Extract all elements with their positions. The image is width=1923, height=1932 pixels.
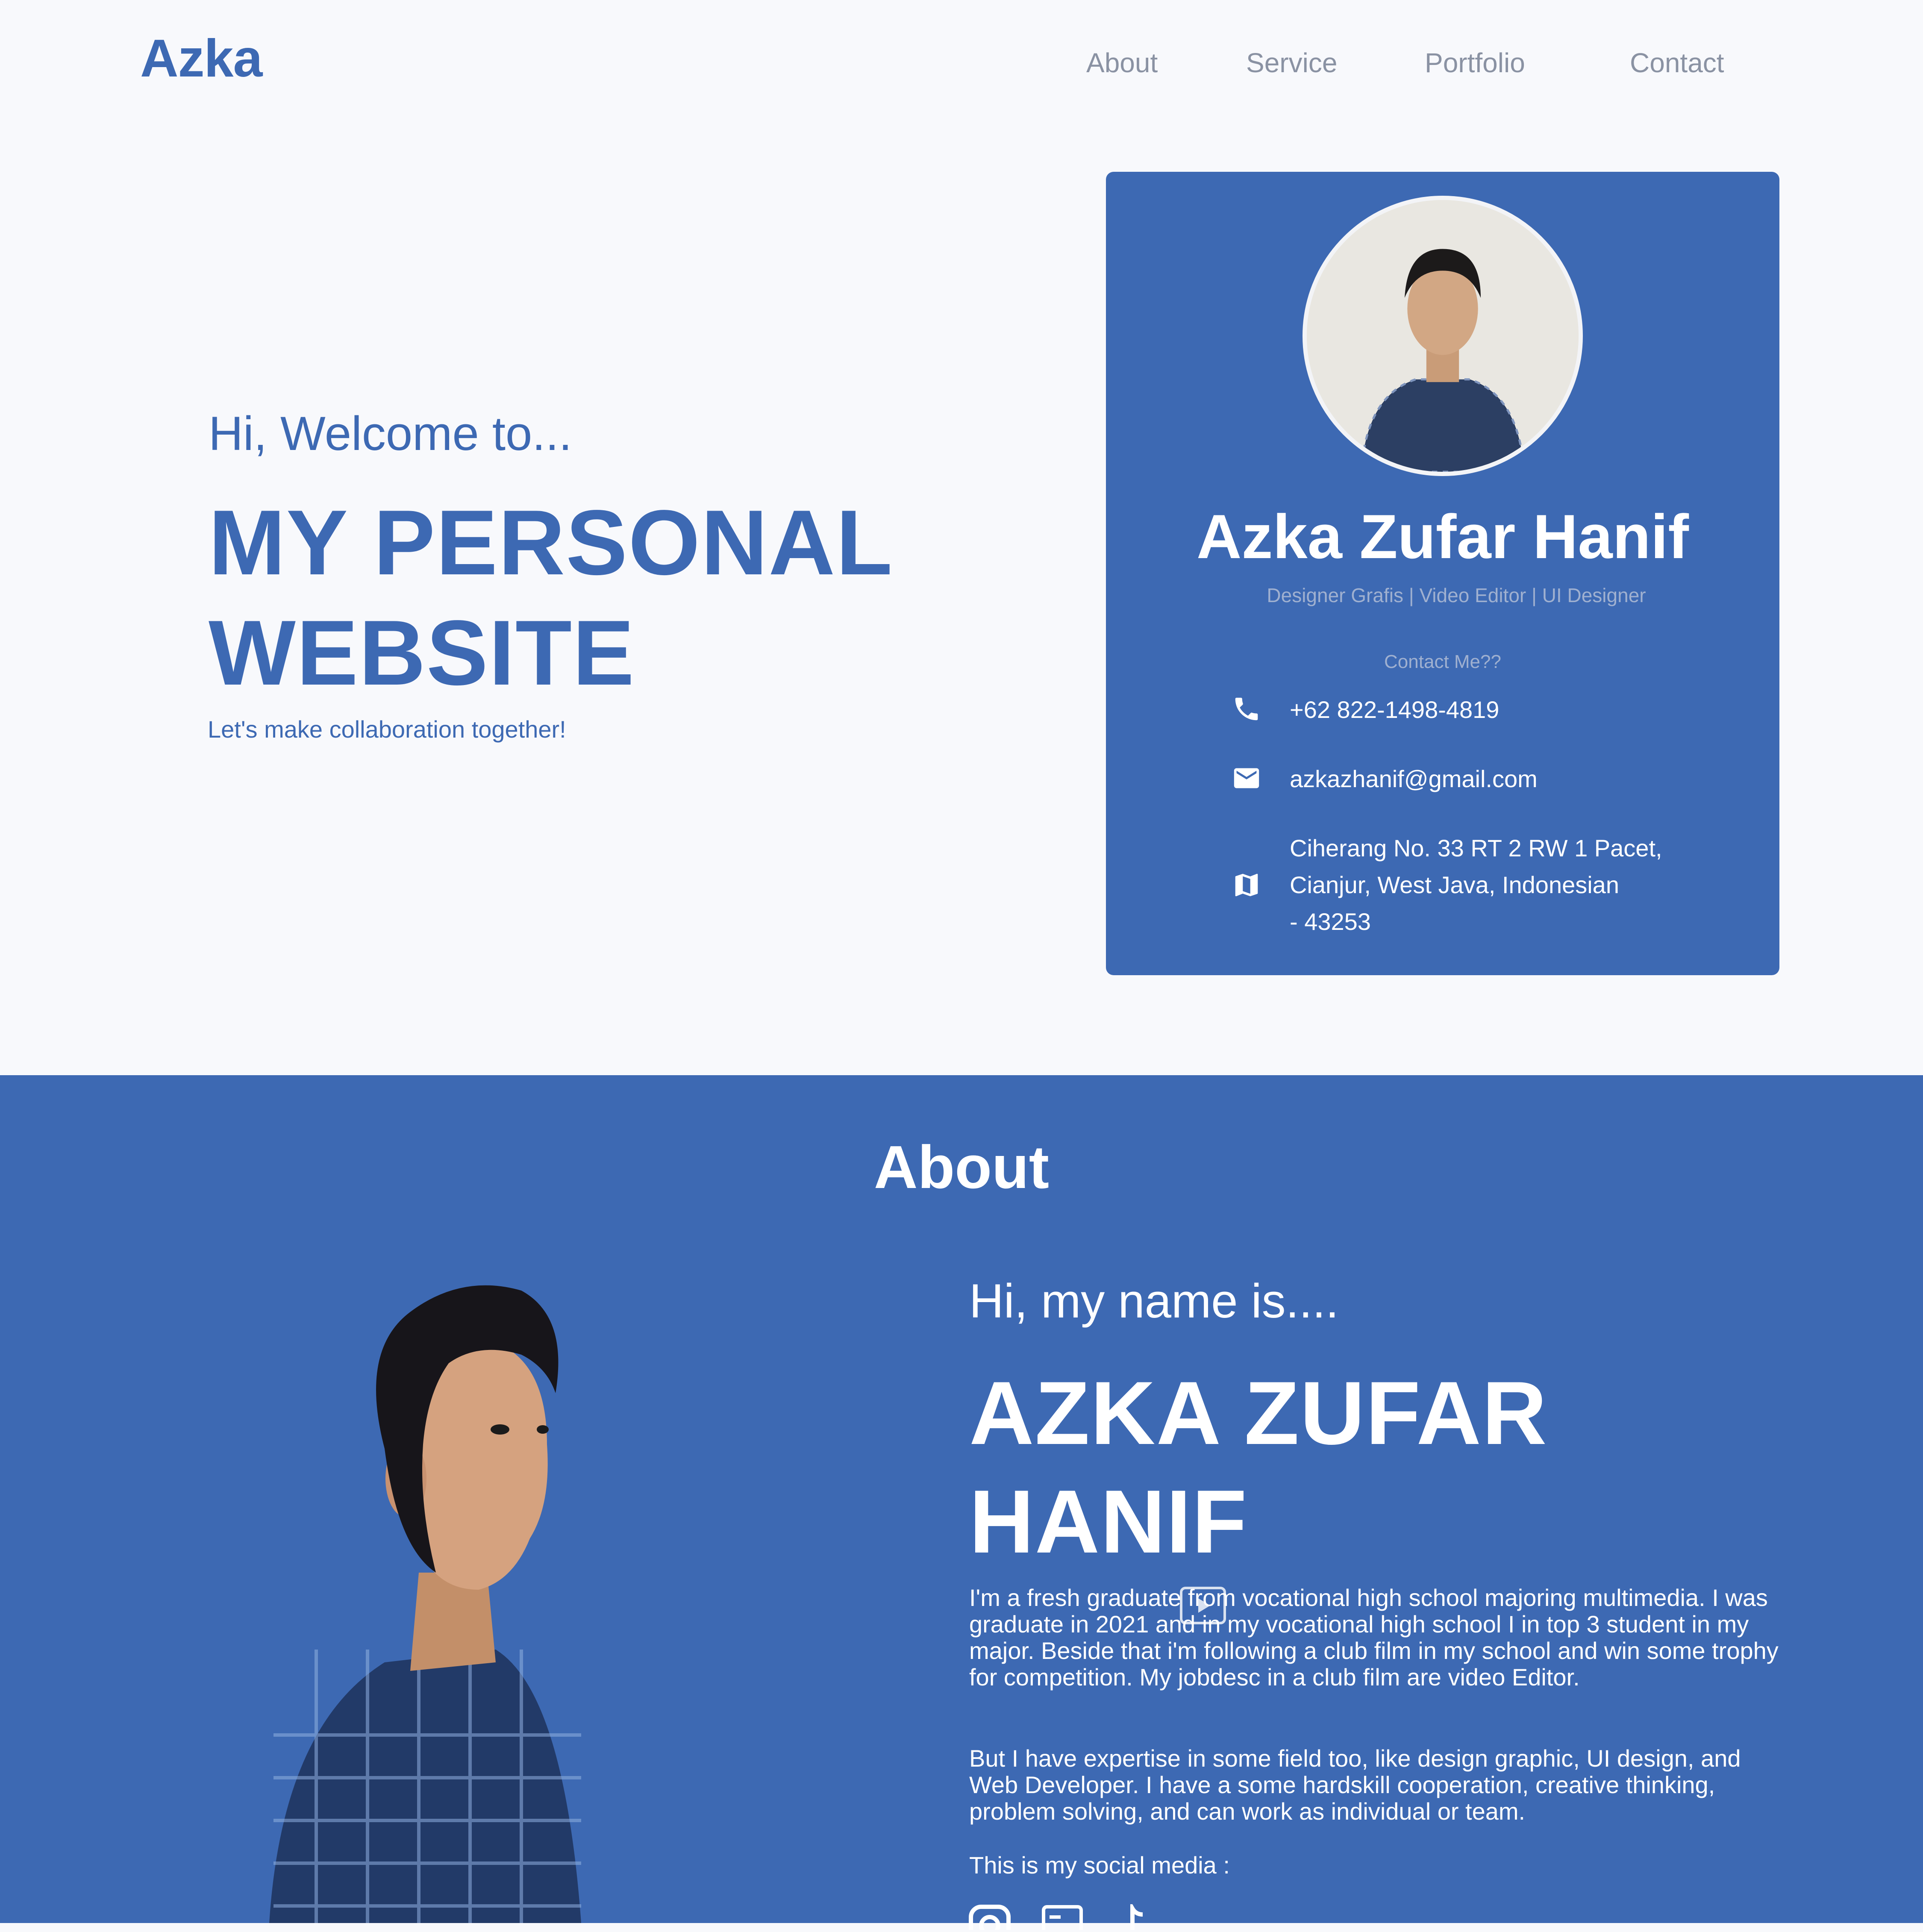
nav-contact[interactable]: Contact bbox=[1630, 47, 1724, 79]
social-media-label: This is my social media : bbox=[969, 1852, 1230, 1879]
address-line-1: Ciherang No. 33 RT 2 RW 1 Pacet, bbox=[1290, 835, 1662, 862]
card-name: Azka Zufar Hanif bbox=[1197, 502, 1689, 571]
instagram-icon[interactable] bbox=[968, 1904, 1011, 1932]
hero-title: MY PERSONAL WEBSITE bbox=[209, 487, 978, 708]
phone-icon bbox=[1232, 694, 1261, 724]
nav-service[interactable]: Service bbox=[1246, 47, 1337, 79]
card-contact-title: Contact Me?? bbox=[1384, 651, 1501, 672]
card-role: Designer Grafis | Video Editor | UI Desi… bbox=[1267, 584, 1646, 606]
card-email[interactable]: azkazhanif@gmail.com bbox=[1290, 761, 1538, 797]
site-logo[interactable]: Azka bbox=[140, 28, 262, 89]
address-line-3: - 43253 bbox=[1290, 908, 1371, 935]
person-photo-icon bbox=[269, 1285, 581, 1923]
hero-welcome: Hi, Welcome to... bbox=[209, 407, 572, 460]
hero-title-line-1: MY PERSONAL bbox=[209, 491, 894, 594]
play-icon[interactable] bbox=[1179, 1586, 1226, 1625]
about-paragraph-2: But I have expertise in some field too, … bbox=[969, 1745, 1741, 1825]
map-icon bbox=[1232, 870, 1261, 900]
hero-subtitle: Let's make collaboration together! bbox=[208, 716, 566, 743]
card-address: Ciherang No. 33 RT 2 RW 1 Pacet, Cianjur… bbox=[1290, 830, 1662, 940]
person-photo-icon bbox=[1307, 200, 1579, 472]
card-phone[interactable]: +62 822-1498-4819 bbox=[1290, 691, 1499, 728]
nav-about[interactable]: About bbox=[1086, 47, 1158, 79]
about-name: AZKA ZUFAR HANIF bbox=[969, 1359, 1867, 1576]
id-card-icon[interactable] bbox=[1041, 1904, 1084, 1932]
tiktok-icon[interactable] bbox=[1115, 1900, 1158, 1930]
avatar bbox=[1303, 196, 1583, 476]
about-paragraph-1: I'm a fresh graduate from vocational hig… bbox=[969, 1584, 1779, 1691]
nav-portfolio[interactable]: Portfolio bbox=[1425, 47, 1525, 79]
about-photo bbox=[256, 1265, 726, 1923]
about-name-line-2: HANIF bbox=[969, 1471, 1248, 1572]
mail-icon bbox=[1232, 763, 1261, 793]
about-greeting: Hi, my name is.... bbox=[969, 1274, 1339, 1328]
hero-title-line-2: WEBSITE bbox=[209, 601, 635, 704]
about-title: About bbox=[873, 1133, 1050, 1201]
about-name-line-1: AZKA ZUFAR bbox=[969, 1363, 1548, 1463]
address-line-2: Cianjur, West Java, Indonesian bbox=[1290, 871, 1619, 898]
